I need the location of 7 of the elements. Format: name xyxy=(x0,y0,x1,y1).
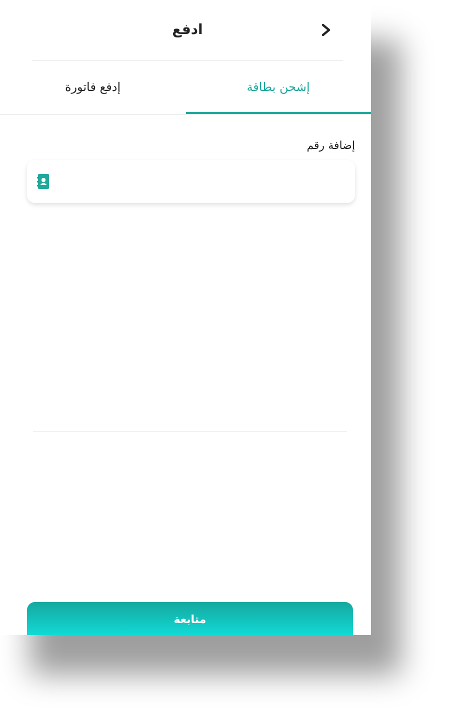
page-title: ادفع xyxy=(172,22,203,38)
field-label: إضافة رقم xyxy=(306,139,355,152)
tab[interactable]: إدفع فاتورة xyxy=(0,61,186,114)
continue-button[interactable]: متابعة xyxy=(27,602,353,635)
contact-book-icon[interactable] xyxy=(37,174,49,189)
tab[interactable]: إشحن بطاقة xyxy=(186,61,371,114)
back-chevron-icon[interactable] xyxy=(321,24,331,36)
